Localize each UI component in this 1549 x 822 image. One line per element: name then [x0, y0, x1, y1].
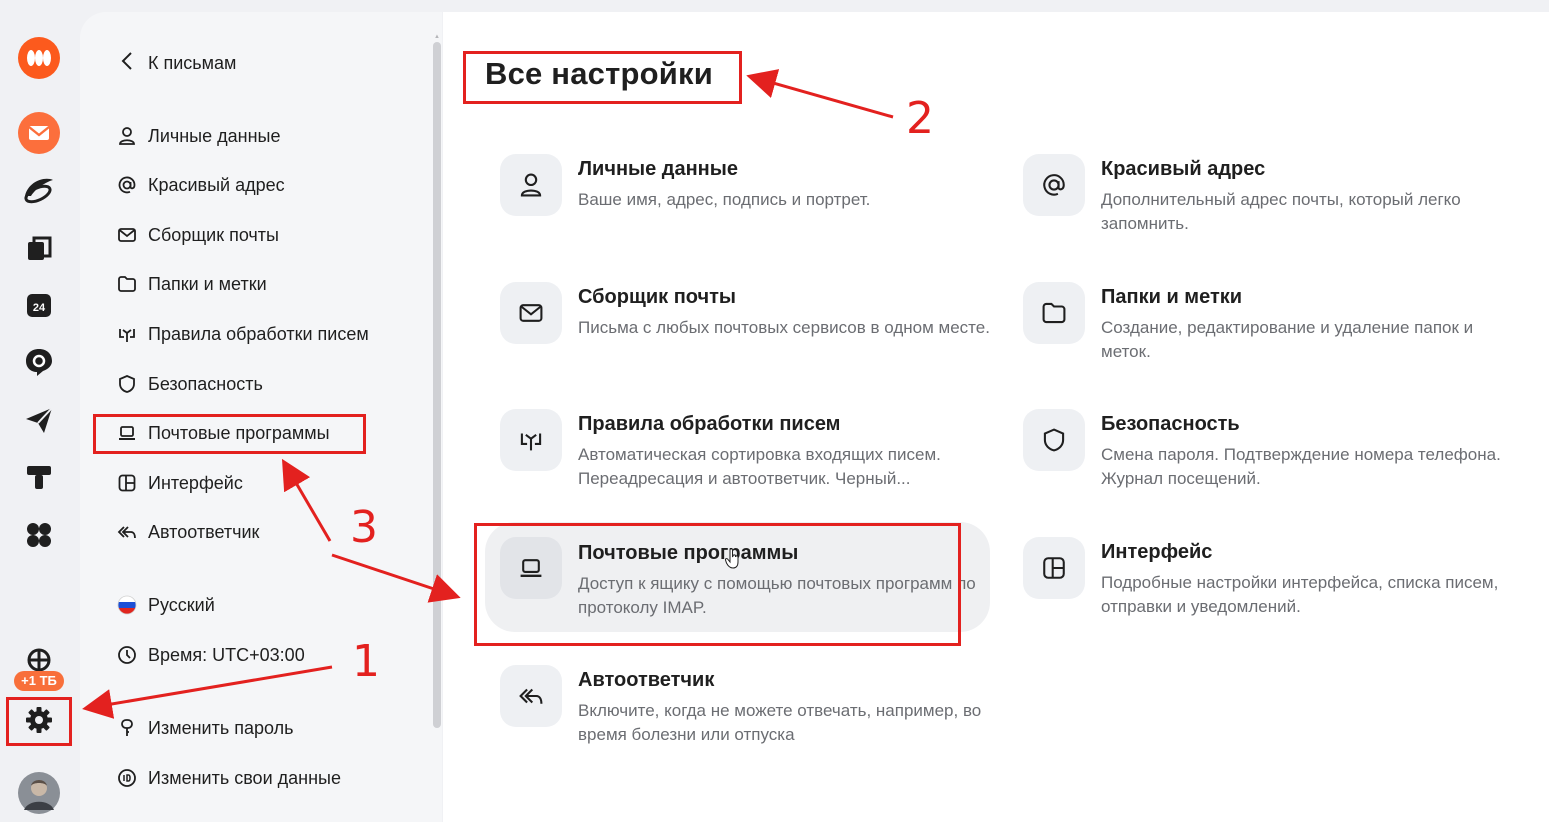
key-icon [116, 717, 138, 739]
card-description: Письма с любых почтовых сервисов в одном… [578, 318, 990, 337]
card-title: Автоответчик [578, 669, 715, 691]
sidebar-item-security[interactable]: Безопасность [116, 370, 263, 398]
card-description: Включите, когда не можете отвечать, напр… [578, 701, 982, 744]
messenger-icon[interactable] [18, 341, 60, 383]
rules-icon [500, 409, 562, 471]
russia-flag-icon [116, 594, 138, 616]
timezone-selector[interactable]: Время: UTC+03:00 [116, 641, 305, 669]
sidebar-scrollbar[interactable] [433, 42, 441, 728]
annotation-number-2: 2 [906, 93, 934, 144]
annotation-box-title [463, 51, 742, 104]
calendar-icon[interactable]: 24 [18, 284, 60, 326]
settings-card-folders[interactable]: Папки и метки Создание, редактирование и… [1023, 282, 1533, 372]
back-to-mail-link[interactable]: К письмам [120, 50, 236, 76]
card-description: Создание, редактирование и удаление папо… [1101, 318, 1474, 361]
change-password-label: Изменить пароль [148, 717, 294, 738]
layout-icon [116, 472, 138, 494]
sidebar-item-label: Интерфейс [148, 472, 243, 493]
at-icon [1023, 154, 1085, 216]
clock-icon [116, 644, 138, 666]
settings-card-collector[interactable]: Сборщик почты Письма с любых почтовых се… [500, 282, 1010, 372]
storage-badge[interactable]: +1 ТБ [14, 671, 64, 691]
sidebar-item-autoreply[interactable]: Автоответчик [116, 518, 259, 546]
annotation-number-3: 3 [350, 502, 378, 553]
card-title: Правила обработки писем [578, 413, 841, 435]
card-description: Ваше имя, адрес, подпись и портрет. [578, 190, 871, 209]
change-password-link[interactable]: Изменить пароль [116, 714, 293, 742]
settings-card-address[interactable]: Красивый адрес Дополнительный адрес почт… [1023, 154, 1533, 244]
sidebar-item-rules[interactable]: Правила обработки писем [116, 320, 369, 348]
sidebar-item-label: Личные данные [148, 125, 281, 146]
change-data-label: Изменить свои данные [148, 767, 341, 788]
sidebar-item-label: Автоответчик [148, 521, 260, 542]
mail-icon[interactable] [18, 112, 60, 154]
language-selector[interactable]: Русский [116, 591, 215, 619]
settings-card-autoreply[interactable]: Автоответчик Включите, когда не можете о… [500, 665, 1010, 755]
calendar-day: 24 [33, 302, 46, 314]
telemost-icon[interactable] [18, 399, 60, 441]
sidebar-item-label: Сборщик почты [148, 224, 279, 245]
layout-icon [1023, 537, 1085, 599]
folder-icon [1023, 282, 1085, 344]
shield-icon [1023, 409, 1085, 471]
person-icon [500, 154, 562, 216]
change-data-link[interactable]: Изменить свои данные [116, 764, 341, 792]
settings-card-security[interactable]: Безопасность Смена пароля. Подтверждение… [1023, 409, 1533, 499]
person-icon [116, 125, 138, 147]
annotation-box-card [474, 523, 961, 646]
settings-card-personal[interactable]: Личные данные Ваше имя, адрес, подпись и… [500, 154, 1010, 244]
settings-card-interface[interactable]: Интерфейс Подробные настройки интерфейса… [1023, 537, 1533, 627]
card-description: Автоматическая сортировка входящих писем… [578, 445, 941, 488]
card-description: Дополнительный адрес почты, который легк… [1101, 190, 1461, 233]
envelope-icon [116, 224, 138, 246]
sidebar-item-address[interactable]: Красивый адрес [116, 171, 285, 199]
annotation-box-settings [6, 697, 72, 746]
card-title: Папки и метки [1101, 286, 1243, 308]
folder-icon [116, 273, 138, 295]
back-link-label: К письмам [148, 52, 237, 73]
card-title: Красивый адрес [1101, 158, 1266, 180]
sidebar-item-collector[interactable]: Сборщик почты [116, 221, 279, 249]
sidebar-item-label: Безопасность [148, 373, 263, 394]
reply-all-icon [116, 521, 138, 543]
sidebar-item-label: Правила обработки писем [148, 323, 369, 344]
shield-icon [116, 373, 138, 395]
disk-icon[interactable] [18, 168, 60, 210]
card-title: Интерфейс [1101, 541, 1213, 563]
card-description: Смена пароля. Подтверждение номера телеф… [1101, 445, 1501, 488]
timezone-label: Время: UTC+03:00 [148, 644, 305, 665]
rules-icon [116, 323, 138, 345]
sidebar-item-personal[interactable]: Личные данные [116, 122, 280, 150]
card-title: Безопасность [1101, 413, 1240, 435]
id-icon [116, 767, 138, 789]
tracker-icon[interactable] [18, 456, 60, 498]
reply-all-icon [500, 665, 562, 727]
annotation-box-sidebar-item [93, 414, 366, 454]
card-title: Личные данные [578, 158, 738, 180]
avatar[interactable] [18, 772, 60, 814]
sidebar-item-label: Красивый адрес [148, 174, 285, 195]
at-icon [116, 174, 138, 196]
card-description: Подробные настройки интерфейса, списка п… [1101, 573, 1499, 616]
annotation-number-1: 1 [352, 636, 380, 687]
language-label: Русский [148, 594, 215, 615]
scroll-up-arrow[interactable]: ▲ [433, 34, 441, 40]
all-services-icon[interactable] [18, 514, 60, 556]
chevron-left-icon [120, 51, 142, 76]
card-title: Сборщик почты [578, 286, 736, 308]
yandex-360-logo-icon[interactable] [18, 37, 60, 79]
sidebar-item-interface[interactable]: Интерфейс [116, 469, 243, 497]
envelope-icon [500, 282, 562, 344]
docs-icon[interactable] [18, 227, 60, 269]
sidebar-item-label: Папки и метки [148, 273, 267, 294]
sidebar-item-folders[interactable]: Папки и метки [116, 270, 267, 298]
settings-card-rules[interactable]: Правила обработки писем Автоматическая с… [500, 409, 1010, 499]
